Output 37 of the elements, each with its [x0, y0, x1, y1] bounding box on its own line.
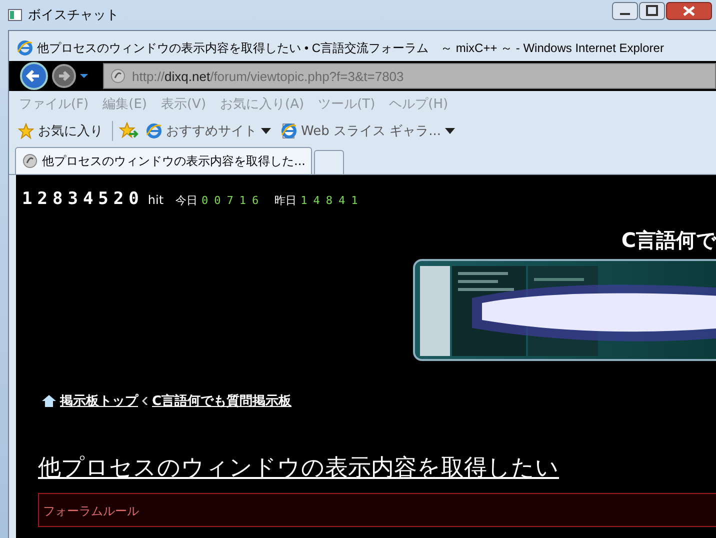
site-heading: C言語何で	[621, 227, 716, 254]
add-favorite-icon[interactable]	[119, 122, 139, 140]
address-field[interactable]: http://dixq.net/forum/viewtopic.php?f=3&t=7803	[103, 63, 716, 89]
browser-icon	[17, 40, 33, 56]
forward-icon[interactable]	[51, 63, 77, 89]
browser-icon	[146, 122, 162, 138]
favorites-button[interactable]: お気に入り	[15, 120, 106, 142]
yesterday-count: 14841	[300, 194, 364, 207]
page-icon	[22, 153, 38, 169]
counter-unit: hit	[148, 193, 164, 207]
back-icon[interactable]	[19, 61, 49, 91]
counter-label: 昨日	[274, 193, 297, 208]
page-icon	[281, 122, 297, 138]
window-title: ボイスチャット	[28, 7, 119, 24]
app-icon	[8, 9, 22, 21]
topic-title-link[interactable]: 他プロセスのウィンドウの表示内容を取得したい	[38, 452, 559, 483]
favorites-link[interactable]: Web スライス ギャラ...	[278, 120, 458, 142]
breadcrumb-link[interactable]: 掲示板トップ	[60, 392, 138, 410]
url-text: http://dixq.net/forum/viewtopic.php?f=3&t=7803	[132, 68, 404, 84]
breadcrumb-link[interactable]: C言語何でも質問掲示板	[152, 392, 292, 410]
favorites-link[interactable]: おすすめサイト	[143, 120, 274, 142]
page-icon	[110, 68, 126, 84]
hit-counter: 12834520	[22, 189, 144, 209]
chevron-icon	[142, 397, 148, 405]
caret-icon	[261, 128, 271, 134]
today-count: 00716	[202, 194, 265, 207]
window-title: 他プロセスのウィンドウの表示内容を取得したい • C言語交流フォーラム ～ mixC++ ～ - Windows Internet Explorer	[37, 40, 664, 56]
home-icon	[42, 395, 56, 407]
minimize-icon[interactable]	[612, 2, 638, 20]
dropdown-caret-icon[interactable]	[79, 73, 89, 79]
maximize-icon[interactable]	[639, 2, 665, 20]
rules-heading: フォーラムルール	[43, 504, 139, 518]
counter-label: 今日	[176, 193, 198, 208]
caret-icon	[445, 128, 456, 134]
close-icon[interactable]	[666, 2, 712, 20]
star-icon	[18, 122, 34, 138]
browser-tab[interactable]: 他プロセスのウィンドウの表示内容を取得した...	[15, 147, 312, 174]
